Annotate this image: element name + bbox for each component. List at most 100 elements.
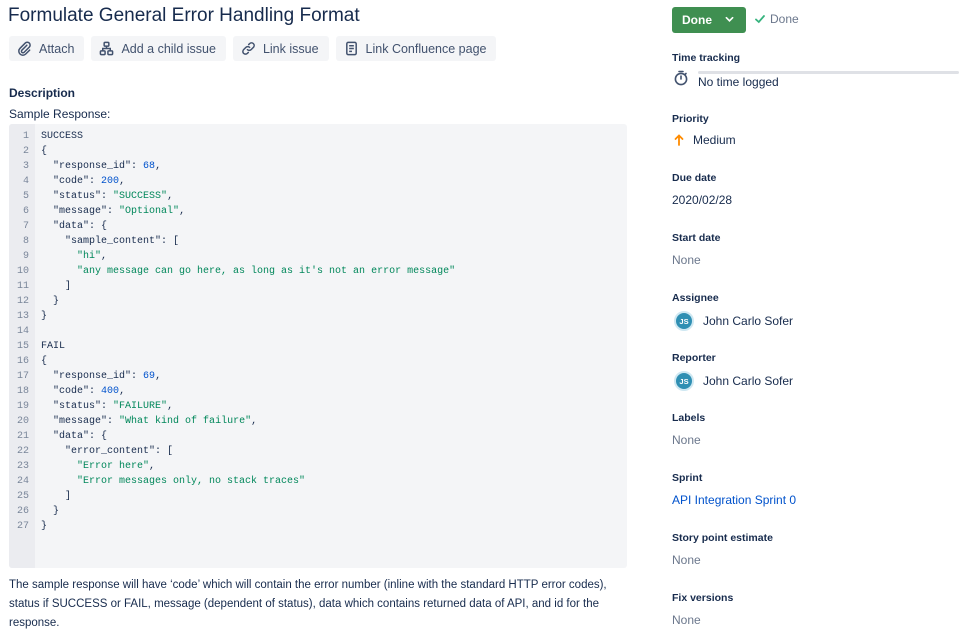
fix-versions-value[interactable]: None: [672, 613, 701, 627]
line-number: 4: [22, 176, 29, 187]
priority-value: Medium: [693, 133, 736, 147]
code-line: "error_content": [: [65, 446, 174, 457]
code-line: "message": "Optional",: [53, 206, 186, 217]
code-line: }: [41, 311, 48, 322]
assignee-label: Assignee: [672, 292, 719, 304]
code-line: }: [41, 296, 60, 307]
code-line: "sample_content": [: [65, 236, 180, 247]
resolution-indicator: Done: [754, 12, 799, 26]
line-number: 7: [22, 221, 29, 232]
line-number: 3: [22, 161, 29, 172]
code-line: "any message can go here, as long as it'…: [77, 266, 456, 277]
priority-label: Priority: [672, 113, 709, 125]
reporter-name: John Carlo Sofer: [703, 374, 794, 388]
line-number: 9: [22, 251, 29, 262]
due-date-label: Due date: [672, 172, 717, 184]
paperclip-icon: [18, 41, 31, 56]
add-child-issue-button[interactable]: Add a child issue: [91, 36, 226, 61]
link-icon: [242, 42, 255, 55]
line-number: 11: [16, 281, 29, 292]
line-number: 13: [16, 311, 29, 322]
code-line: "code": 200,: [53, 176, 126, 187]
assignee-name: John Carlo Sofer: [703, 314, 794, 328]
link-issue-label: Link issue: [262, 41, 319, 56]
code-line: "Error messages only, no stack traces": [77, 476, 306, 487]
code-line: "message": "What kind of failure",: [53, 416, 258, 427]
assignee-avatar: JS: [674, 311, 694, 331]
status-dropdown-button[interactable]: Done: [672, 7, 746, 33]
code-block[interactable]: 1 2 3 4 5 6 7 8 9 10 11 12 13 14 15 16 17 18 19 20 21 22 23 24 2…: [9, 124, 627, 568]
line-number: 27: [16, 521, 29, 532]
line-number: 16: [16, 356, 29, 367]
story-point-estimate-value[interactable]: None: [672, 553, 701, 567]
time-tracking-bar[interactable]: [698, 71, 959, 74]
description-label: Sample Response:: [9, 107, 111, 121]
line-number: 26: [16, 506, 29, 517]
labels-value[interactable]: None: [672, 433, 701, 447]
start-date-label: Start date: [672, 232, 721, 244]
fix-versions-label: Fix versions: [672, 592, 734, 604]
code-line: "data": {: [53, 221, 108, 232]
code-line: }: [41, 521, 48, 532]
arrow-up-icon: [674, 134, 684, 146]
code-line: FAIL: [41, 341, 66, 352]
document-icon: [345, 41, 357, 56]
description-summary: The sample response will have ‘code’ whi…: [9, 579, 607, 629]
link-confluence-page-label: Link Confluence page: [365, 41, 487, 56]
issue-actions-toolbar: Attach Add a child issue Link issue Link…: [9, 36, 497, 61]
code-line: }: [41, 506, 60, 517]
link-issue-button[interactable]: Link issue: [232, 36, 329, 61]
code-line: {: [41, 146, 48, 157]
chevron-down-icon: [725, 16, 734, 22]
reporter-label: Reporter: [672, 352, 716, 364]
reporter-field[interactable]: JS John Carlo Sofer: [672, 371, 793, 391]
labels-label: Labels: [672, 412, 706, 424]
time-tracking-value[interactable]: No time logged: [698, 75, 779, 89]
attach-button[interactable]: Attach: [9, 36, 85, 61]
line-number: 17: [16, 371, 29, 382]
start-date-value[interactable]: None: [672, 253, 701, 267]
reporter-avatar: JS: [674, 371, 694, 391]
status-label: Done: [682, 13, 712, 27]
line-number: 2: [22, 146, 29, 157]
line-number: 20: [16, 416, 29, 427]
line-number: 1: [22, 131, 29, 142]
code-line: SUCCESS: [41, 131, 84, 142]
line-number: 24: [16, 476, 29, 487]
stopwatch-icon: [674, 70, 688, 86]
time-tracking-label: Time tracking: [672, 52, 741, 64]
line-number: 21: [16, 431, 29, 442]
code-line: "status": "FAILURE",: [53, 401, 174, 412]
due-date-value[interactable]: 2020/02/28: [672, 193, 732, 207]
line-number: 23: [16, 461, 29, 472]
priority-field[interactable]: Medium: [672, 133, 736, 147]
description-heading: Description: [9, 86, 76, 100]
checkmark-icon: [755, 15, 765, 24]
link-confluence-page-button[interactable]: Link Confluence page: [335, 36, 497, 61]
code-line: {: [41, 356, 48, 367]
line-number: 18: [16, 386, 29, 397]
code-line: ]: [41, 281, 72, 292]
line-number: 19: [16, 401, 29, 412]
sprint-link[interactable]: API Integration Sprint 0: [672, 493, 796, 507]
line-number: 10: [16, 266, 29, 277]
line-number: 5: [22, 191, 29, 202]
code-line-numbers: 1 2 3 4 5 6 7 8 9 10 11 12 13 14 15 16 17 18 19 20 21 22 23 24 2…: [9, 129, 29, 534]
sprint-label: Sprint: [672, 472, 703, 484]
issue-title[interactable]: Formulate General Error Handling Format: [8, 5, 360, 27]
resolution-label: Done: [770, 12, 799, 26]
line-number: 12: [16, 296, 29, 307]
line-number: 25: [16, 491, 29, 502]
code-line: "status": "SUCCESS",: [53, 191, 174, 202]
line-number: 15: [16, 341, 29, 352]
line-number: 6: [22, 206, 29, 217]
hierarchy-icon: [100, 41, 114, 56]
code-line: "hi",: [77, 251, 108, 262]
code-line: "response_id": 69,: [53, 371, 162, 382]
code-line: "response_id": 68,: [53, 161, 162, 172]
attach-label: Attach: [39, 41, 75, 56]
story-point-estimate-label: Story point estimate: [672, 532, 773, 544]
add-child-issue-label: Add a child issue: [121, 41, 216, 56]
assignee-field[interactable]: JS John Carlo Sofer: [672, 311, 793, 331]
